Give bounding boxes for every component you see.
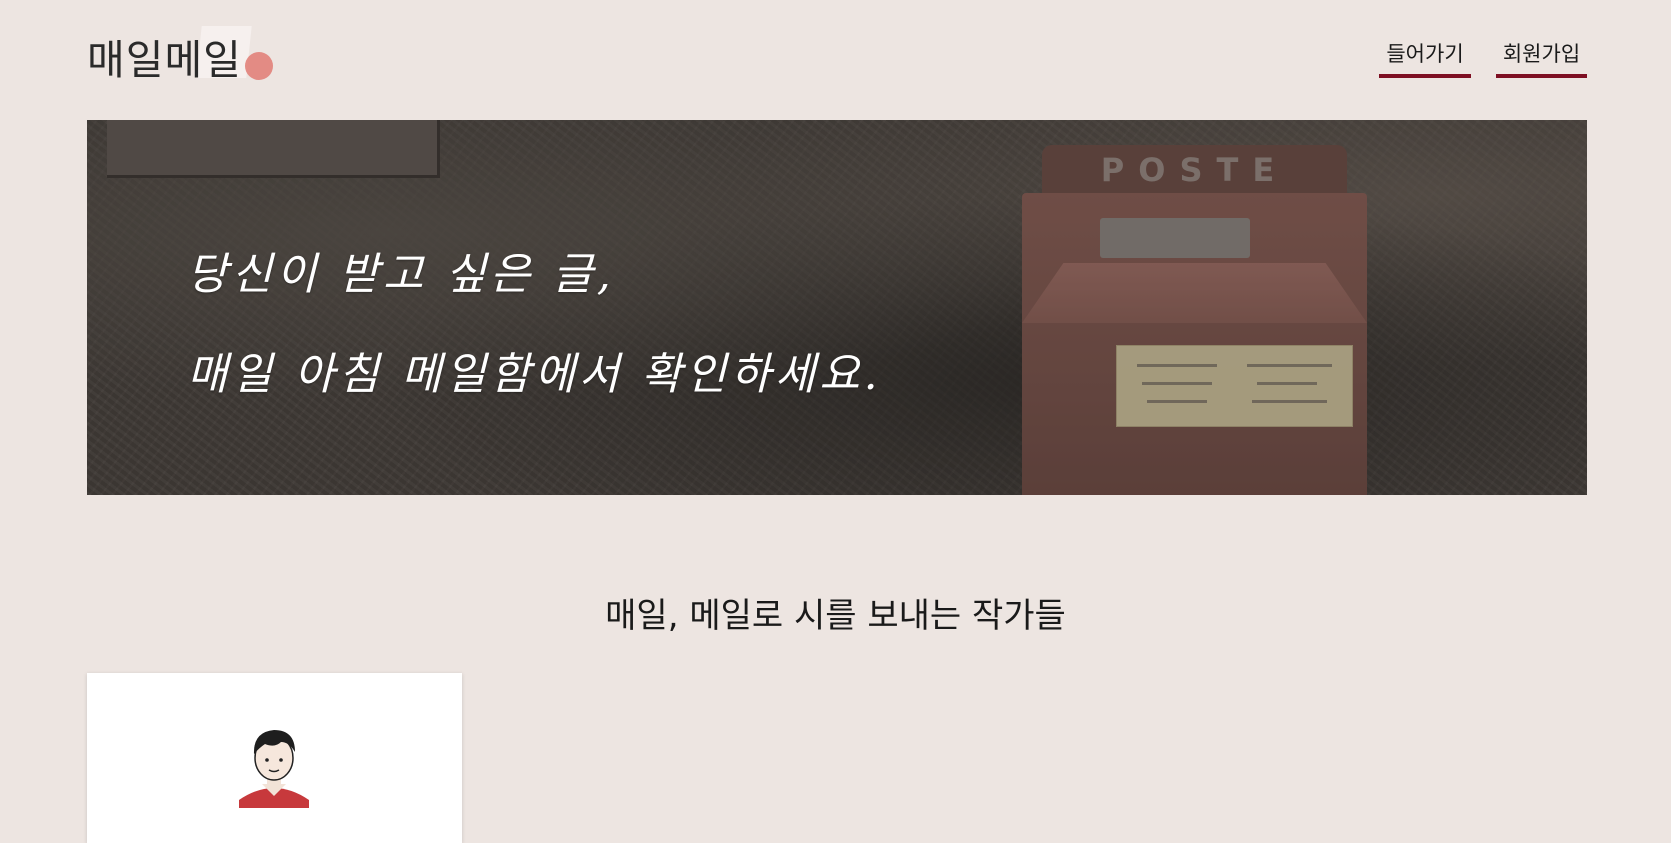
writer-card[interactable] <box>87 673 462 843</box>
site-logo[interactable]: 매일메일 <box>87 22 287 86</box>
hero-overlay <box>87 120 1587 495</box>
logo-text: 매일메일 <box>87 36 242 84</box>
writer-avatar-icon <box>239 730 309 808</box>
login-link[interactable]: 들어가기 <box>1379 38 1471 78</box>
hero-headline-line-1: 당신이 받고 싶은 글, <box>187 249 615 300</box>
hero-banner: POSTE 당신이 받고 싶은 글, 매일 아침 메일함에서 확인하세요. <box>87 120 1587 495</box>
logo-dot-icon <box>245 52 273 80</box>
site-header: 매일메일 들어가기 회원가입 <box>0 0 1671 110</box>
writers-section-title: 매일, 메일로 시를 보내는 작가들 <box>605 596 1066 636</box>
signup-link[interactable]: 회원가입 <box>1496 38 1587 78</box>
hero-headline-line-2: 매일 아침 메일함에서 확인하세요. <box>187 349 882 400</box>
